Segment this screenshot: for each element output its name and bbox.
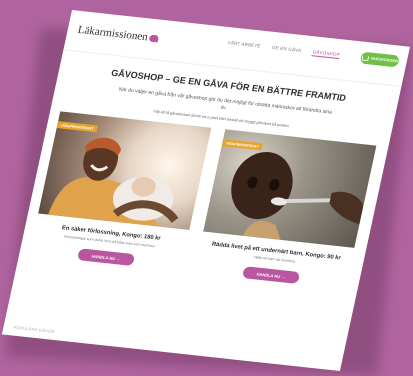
product-card[interactable]: HÖGPRIORITERAT En säker förlossning, Kon… (19, 111, 212, 320)
cart-button[interactable]: VARUKORGEN (359, 51, 400, 68)
product-photo-mother-baby[interactable]: HÖGPRIORITERAT (38, 111, 212, 230)
nav-item-vart-arbete[interactable]: VÅRT ARBETE (227, 40, 261, 48)
product-photo-child-eating[interactable]: HÖGPRIORITERAT (203, 129, 377, 248)
cart-icon (361, 55, 370, 61)
popular-gifts-heading: POPULÄRA GÅVOR (13, 324, 56, 334)
child-eating-illustration (231, 151, 364, 240)
product-cards: HÖGPRIORITERAT En säker förlossning, Kon… (8, 110, 389, 343)
buy-now-button[interactable]: HANDLA NU → (76, 248, 136, 267)
logo-heart-icon (148, 34, 160, 43)
nav-item-gavoshop[interactable]: GÅVOSHOP (311, 49, 341, 60)
buy-now-button[interactable]: HANDLA NU → (241, 266, 301, 284)
browser-page: Läkarmissionen VÅRT ARBETE GE EN GÅVA GÅ… (1, 10, 411, 372)
mother-baby-illustration (48, 137, 179, 227)
nav-item-ge-en-gava[interactable]: GE EN GÅVA (271, 45, 301, 53)
logo-text: Läkarmissionen (76, 23, 150, 44)
site-logo[interactable]: Läkarmissionen (77, 24, 160, 45)
cart-label: VARUKORGEN (370, 56, 399, 64)
main-nav: VÅRT ARBETE GE EN GÅVA GÅVOSHOP (227, 40, 350, 60)
product-card[interactable]: HÖGPRIORITERAT Rädda livet på ett undern… (184, 129, 377, 338)
